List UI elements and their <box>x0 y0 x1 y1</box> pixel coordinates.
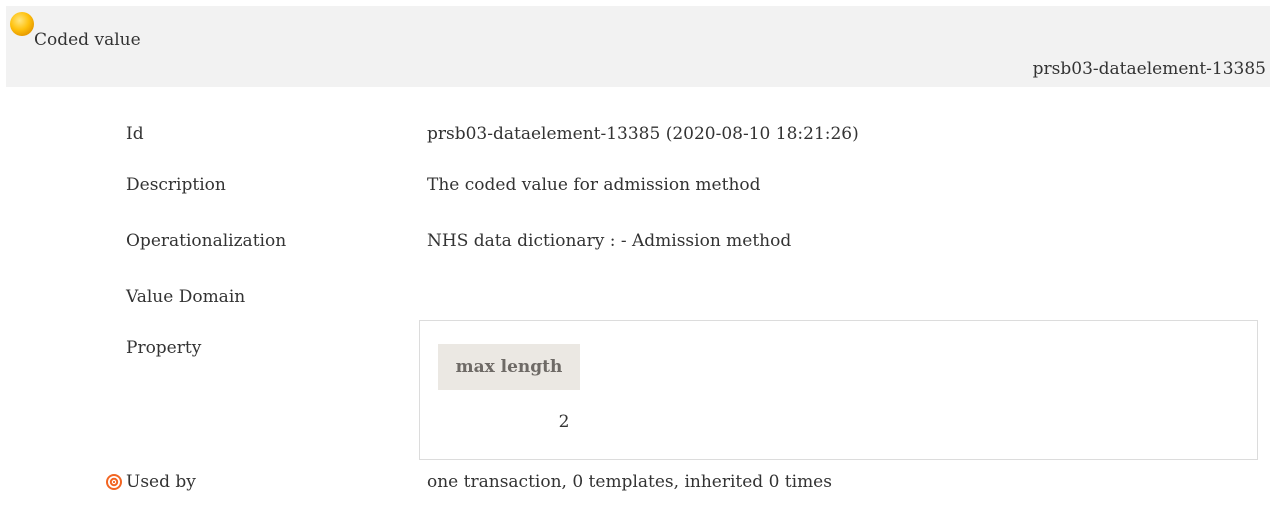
property-label: Property <box>126 338 202 358</box>
max-length-value: 2 <box>558 412 570 432</box>
used-by-value: one transaction, 0 templates, inherited … <box>427 472 832 492</box>
operationalization-value: NHS data dictionary : - Admission method <box>427 231 792 251</box>
max-length-header: max length <box>438 344 580 390</box>
yellow-circle-icon <box>10 12 34 36</box>
concept-title: Coded value <box>34 30 141 50</box>
id-label: Id <box>126 124 144 144</box>
value-domain-label: Value Domain <box>126 287 246 307</box>
concept-identifier: prsb03-dataelement-13385 <box>1032 59 1266 79</box>
concept-header: Coded value prsb03-dataelement-13385 <box>6 6 1270 87</box>
description-label: Description <box>126 175 226 195</box>
operationalization-label: Operationalization <box>126 231 287 251</box>
used-by-label: Used by <box>126 472 196 492</box>
target-icon[interactable] <box>105 473 123 491</box>
description-value: The coded value for admission method <box>427 175 761 195</box>
property-table: max length 2 <box>419 320 1258 460</box>
id-value: prsb03-dataelement-13385 (2020-08-10 18:… <box>427 124 859 144</box>
